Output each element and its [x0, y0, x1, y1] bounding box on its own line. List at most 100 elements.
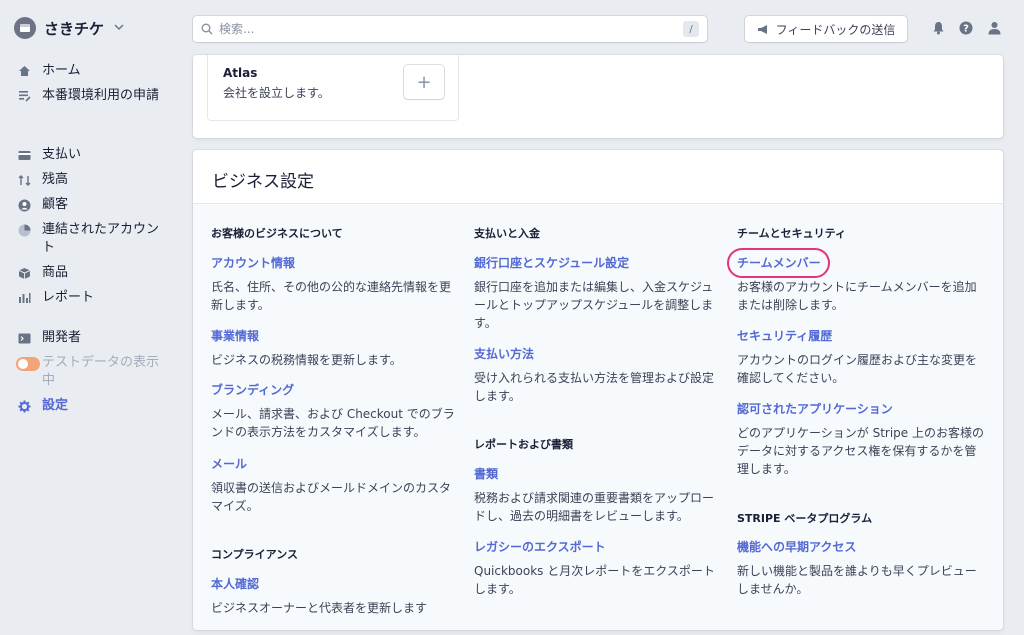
nav-group-dev: 開発者 テストデータの表示中 設定 [16, 329, 166, 422]
settings-item-payment-methods: 支払い方法 受け入れられる支払い方法を管理および設定します。 [474, 343, 724, 405]
top-icons: ? [930, 20, 1002, 36]
nav-group-main: ホーム 本番環境利用の申請 [16, 62, 166, 112]
section-title: お客様のビジネスについて [211, 227, 343, 240]
settings-item-desc: ビジネスオーナーと代表者を更新します [211, 601, 428, 615]
nav-item-products[interactable]: 商品 [16, 264, 166, 282]
payments-icon [16, 146, 32, 164]
settings-item-desc: お客様のアカウントにチームメンバーを追加または削除します。 [737, 280, 977, 312]
nav-label: 開発者 [42, 330, 82, 345]
search-input[interactable] [219, 22, 669, 36]
settings-item-bank-accounts: 銀行口座とスケジュール設定 銀行口座を追加または編集し、入金スケジュールとトップ… [474, 252, 724, 332]
connect-pie-icon [16, 221, 32, 239]
nav-item-reports[interactable]: レポート [16, 289, 166, 307]
settings-item-desc: 領収書の送信およびメールドメインのカスタマイズ。 [211, 481, 452, 513]
page-title: ビジネス設定 [212, 172, 314, 192]
bar-chart-icon [16, 289, 32, 307]
nav-item-connected[interactable]: 連結されたアカウント [16, 221, 166, 257]
authorized-apps-link[interactable]: 認可されたアプリケーション [737, 400, 893, 418]
nav-item-activate[interactable]: 本番環境利用の申請 [16, 87, 166, 105]
nav-label: 商品 [42, 265, 69, 280]
nav-item-test-data[interactable]: テストデータの表示中 [16, 354, 166, 390]
nav-label: 設定 [42, 398, 69, 413]
bank-accounts-link[interactable]: 銀行口座とスケジュール設定 [474, 254, 629, 272]
bell-icon[interactable] [930, 20, 946, 36]
balance-arrows-icon [16, 171, 32, 189]
settings-item-desc: 受け入れられる支払い方法を管理および設定します。 [474, 371, 715, 403]
settings-item-legacy-exports: レガシーのエクスポート Quickbooks と月次レポートをエクスポートします… [474, 536, 724, 598]
test-data-toggle[interactable] [16, 354, 40, 372]
nav-item-payments[interactable]: 支払い [16, 146, 166, 164]
payment-methods-link[interactable]: 支払い方法 [474, 345, 534, 363]
section-title: 支払いと入金 [474, 227, 540, 240]
megaphone-icon [757, 24, 770, 35]
edit-list-icon [16, 87, 32, 105]
customer-icon [16, 196, 32, 214]
business-info-link[interactable]: 事業情報 [211, 327, 259, 345]
settings-item-desc: ビジネスの税務情報を更新します。 [211, 353, 402, 367]
settings-item-branding: ブランディング メール、請求書、および Checkout でのブランドの表示方法… [211, 379, 461, 441]
home-icon [16, 62, 32, 80]
settings-item-desc: 銀行口座を追加または編集し、入金スケジュールとトップアップスケジュールを調整しま… [474, 280, 714, 330]
atlas-tile: Atlas 会社を設立します。 + [207, 55, 459, 121]
box-icon [16, 264, 32, 282]
chevron-down-icon [114, 21, 124, 35]
apps-card: Atlas 会社を設立します。 + [193, 55, 1003, 138]
store-icon [14, 17, 36, 39]
account-switcher[interactable]: さきチケ [14, 14, 124, 42]
nav-label: テストデータの表示中 [42, 355, 160, 388]
nav-label: 支払い [42, 147, 82, 162]
settings-item-account-info: アカウント情報 氏名、住所、その他の公的な連絡先情報を更新します。 [211, 252, 461, 314]
security-history-link[interactable]: セキュリティ履歴 [737, 327, 832, 345]
nav-group-business: 支払い 残高 顧客 連結されたアカウント 商品 レポート [16, 146, 166, 314]
section-title: レポートおよび書類 [474, 438, 573, 451]
nav-label: 顧客 [42, 197, 69, 212]
settings-item-early-access: 機能への早期アクセス 新しい機能と製品を誰よりも早くプレビューしませんか。 [737, 536, 987, 598]
highlight-ring [727, 248, 830, 278]
nav-item-customers[interactable]: 顧客 [16, 196, 166, 214]
svg-text:?: ? [963, 24, 969, 35]
nav-item-developers[interactable]: 開発者 [16, 329, 166, 347]
search-icon [201, 23, 213, 35]
settings-item-business-info: 事業情報 ビジネスの税務情報を更新します。 [211, 325, 461, 369]
nav-label: 本番環境利用の申請 [42, 88, 160, 103]
email-link[interactable]: メール [211, 455, 247, 473]
branding-link[interactable]: ブランディング [211, 381, 294, 399]
settings-item-desc: アカウントのログイン履歴および主な変更を確認してください。 [737, 353, 978, 385]
early-access-link[interactable]: 機能への早期アクセス [737, 538, 856, 556]
settings-item-desc: どのアプリケーションが Stripe 上のお客様のデータに対するアクセス権を保有… [737, 426, 984, 476]
settings-item-desc: 氏名、住所、その他の公的な連絡先情報を更新します。 [211, 280, 452, 312]
section-title: コンプライアンス [211, 548, 299, 561]
nav-label: 連結されたアカウント [42, 222, 160, 255]
settings-item-desc: Quickbooks と月次レポートをエクスポートします。 [474, 564, 715, 596]
settings-item-authorized-apps: 認可されたアプリケーション どのアプリケーションが Stripe 上のお客様のデ… [737, 398, 987, 478]
nav-item-home[interactable]: ホーム [16, 62, 166, 80]
help-icon[interactable]: ? [958, 20, 974, 36]
documents-link[interactable]: 書類 [474, 465, 498, 483]
search-bar[interactable]: / [193, 16, 707, 42]
sidebar: さきチケ ホーム 本番環境利用の申請 支払い 残高 顧客 連結されたアカウント … [0, 0, 170, 635]
nav-item-balances[interactable]: 残高 [16, 171, 166, 189]
identity-link[interactable]: 本人確認 [211, 575, 259, 593]
settings-item-security-history: セキュリティ履歴 アカウントのログイン履歴および主な変更を確認してください。 [737, 325, 987, 387]
legacy-exports-link[interactable]: レガシーのエクスポート [474, 538, 606, 556]
settings-item-desc: 税務および請求関連の重要書類をアップロードし、過去の明細書をレビューします。 [474, 491, 715, 523]
feedback-button[interactable]: フィードバックの送信 [745, 16, 907, 42]
account-name: さきチケ [44, 19, 105, 38]
gear-icon [16, 397, 32, 415]
user-icon[interactable] [986, 20, 1002, 36]
nav-label: 残高 [42, 172, 69, 187]
business-settings-header: ビジネス設定 [193, 150, 1003, 204]
nav-label: ホーム [42, 63, 81, 78]
settings-item-documents: 書類 税務および請求関連の重要書類をアップロードし、過去の明細書をレビューします… [474, 463, 724, 525]
atlas-add-button[interactable]: + [404, 65, 444, 99]
settings-item-identity: 本人確認 ビジネスオーナーと代表者を更新します [211, 573, 461, 617]
nav-item-settings[interactable]: 設定 [16, 397, 166, 415]
account-info-link[interactable]: アカウント情報 [211, 254, 295, 272]
terminal-icon [16, 329, 32, 347]
settings-item-desc: メール、請求書、および Checkout でのブランドの表示方法をカスタマイズし… [211, 407, 455, 439]
nav-label: レポート [42, 290, 95, 305]
settings-item-email: メール 領収書の送信およびメールドメインのカスタマイズ。 [211, 453, 461, 515]
settings-item-desc: 新しい機能と製品を誰よりも早くプレビューしませんか。 [737, 564, 977, 596]
section-title: チームとセキュリティ [737, 227, 847, 240]
settings-grid: お客様のビジネスについて アカウント情報 氏名、住所、その他の公的な連絡先情報を… [193, 204, 1003, 630]
